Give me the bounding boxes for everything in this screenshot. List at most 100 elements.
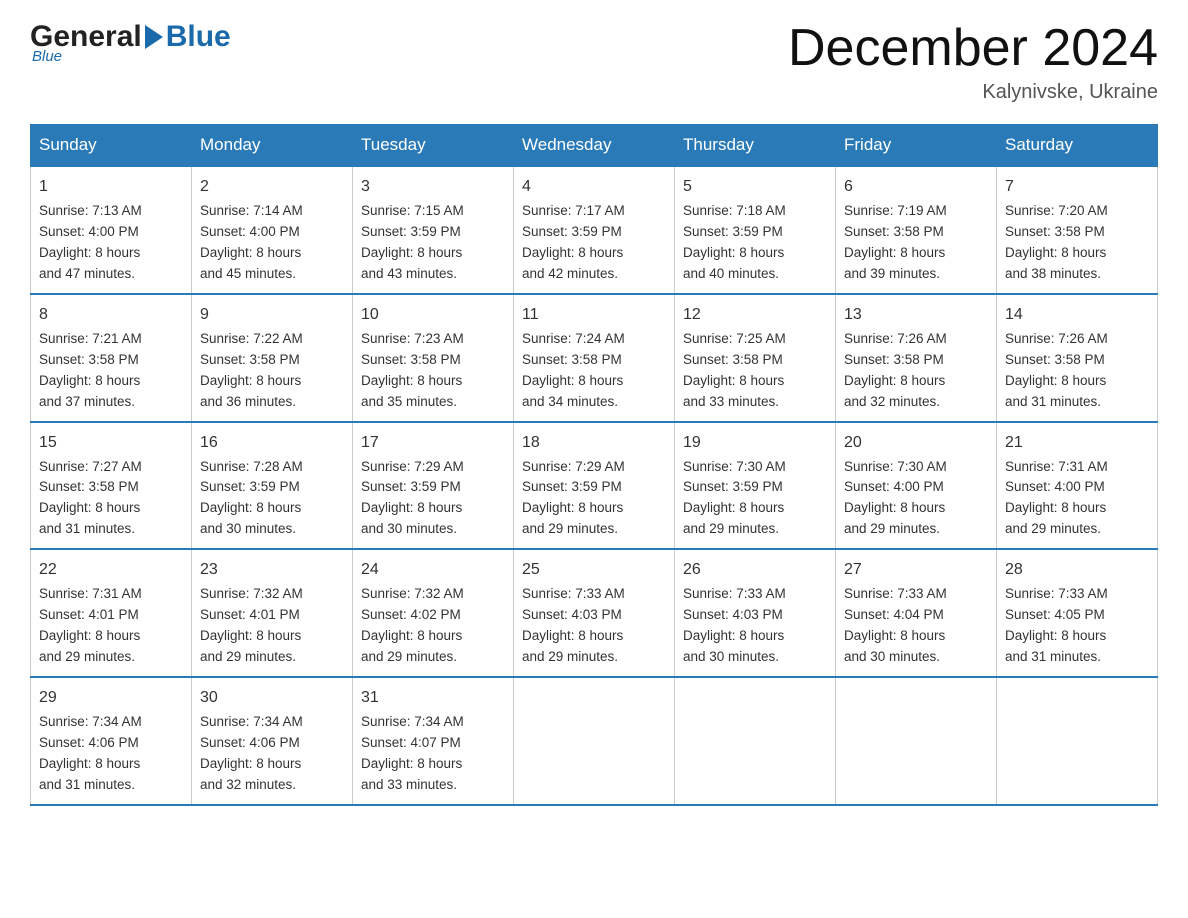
day-cell-9: 9Sunrise: 7:22 AMSunset: 3:58 PMDaylight…	[192, 294, 353, 422]
day-number: 21	[1005, 431, 1149, 455]
day-number: 25	[522, 558, 666, 582]
day-cell-14: 14Sunrise: 7:26 AMSunset: 3:58 PMDayligh…	[997, 294, 1158, 422]
day-cell-28: 28Sunrise: 7:33 AMSunset: 4:05 PMDayligh…	[997, 549, 1158, 677]
day-number: 18	[522, 431, 666, 455]
day-cell-20: 20Sunrise: 7:30 AMSunset: 4:00 PMDayligh…	[836, 422, 997, 550]
day-number: 22	[39, 558, 183, 582]
day-cell-23: 23Sunrise: 7:32 AMSunset: 4:01 PMDayligh…	[192, 549, 353, 677]
day-number: 29	[39, 686, 183, 710]
day-info: Sunrise: 7:26 AMSunset: 3:58 PMDaylight:…	[1005, 329, 1149, 413]
day-cell-8: 8Sunrise: 7:21 AMSunset: 3:58 PMDaylight…	[31, 294, 192, 422]
day-number: 12	[683, 303, 827, 327]
day-of-week-sunday: Sunday	[31, 125, 192, 167]
day-info: Sunrise: 7:26 AMSunset: 3:58 PMDaylight:…	[844, 329, 988, 413]
week-row-3: 15Sunrise: 7:27 AMSunset: 3:58 PMDayligh…	[31, 422, 1158, 550]
logo-subtitle: Blue	[32, 48, 231, 65]
day-number: 27	[844, 558, 988, 582]
day-cell-15: 15Sunrise: 7:27 AMSunset: 3:58 PMDayligh…	[31, 422, 192, 550]
day-number: 10	[361, 303, 505, 327]
day-cell-10: 10Sunrise: 7:23 AMSunset: 3:58 PMDayligh…	[353, 294, 514, 422]
day-info: Sunrise: 7:13 AMSunset: 4:00 PMDaylight:…	[39, 201, 183, 285]
day-info: Sunrise: 7:33 AMSunset: 4:05 PMDaylight:…	[1005, 584, 1149, 668]
day-cell-7: 7Sunrise: 7:20 AMSunset: 3:58 PMDaylight…	[997, 166, 1158, 294]
day-cell-17: 17Sunrise: 7:29 AMSunset: 3:59 PMDayligh…	[353, 422, 514, 550]
day-number: 7	[1005, 175, 1149, 199]
day-info: Sunrise: 7:29 AMSunset: 3:59 PMDaylight:…	[361, 457, 505, 541]
day-info: Sunrise: 7:33 AMSunset: 4:04 PMDaylight:…	[844, 584, 988, 668]
day-info: Sunrise: 7:31 AMSunset: 4:00 PMDaylight:…	[1005, 457, 1149, 541]
day-info: Sunrise: 7:14 AMSunset: 4:00 PMDaylight:…	[200, 201, 344, 285]
day-number: 20	[844, 431, 988, 455]
day-number: 1	[39, 175, 183, 199]
logo-arrow-icon	[145, 25, 163, 49]
day-of-week-tuesday: Tuesday	[353, 125, 514, 167]
day-number: 26	[683, 558, 827, 582]
day-info: Sunrise: 7:23 AMSunset: 3:58 PMDaylight:…	[361, 329, 505, 413]
page-header: General Blue Blue December 2024 Kalynivs…	[30, 20, 1158, 104]
day-number: 3	[361, 175, 505, 199]
day-cell-6: 6Sunrise: 7:19 AMSunset: 3:58 PMDaylight…	[836, 166, 997, 294]
day-info: Sunrise: 7:32 AMSunset: 4:02 PMDaylight:…	[361, 584, 505, 668]
day-cell-3: 3Sunrise: 7:15 AMSunset: 3:59 PMDaylight…	[353, 166, 514, 294]
day-cell-2: 2Sunrise: 7:14 AMSunset: 4:00 PMDaylight…	[192, 166, 353, 294]
day-info: Sunrise: 7:28 AMSunset: 3:59 PMDaylight:…	[200, 457, 344, 541]
day-number: 17	[361, 431, 505, 455]
day-info: Sunrise: 7:19 AMSunset: 3:58 PMDaylight:…	[844, 201, 988, 285]
day-info: Sunrise: 7:24 AMSunset: 3:58 PMDaylight:…	[522, 329, 666, 413]
day-cell-21: 21Sunrise: 7:31 AMSunset: 4:00 PMDayligh…	[997, 422, 1158, 550]
week-row-5: 29Sunrise: 7:34 AMSunset: 4:06 PMDayligh…	[31, 677, 1158, 805]
day-info: Sunrise: 7:33 AMSunset: 4:03 PMDaylight:…	[522, 584, 666, 668]
day-info: Sunrise: 7:15 AMSunset: 3:59 PMDaylight:…	[361, 201, 505, 285]
day-info: Sunrise: 7:25 AMSunset: 3:58 PMDaylight:…	[683, 329, 827, 413]
day-cell-26: 26Sunrise: 7:33 AMSunset: 4:03 PMDayligh…	[675, 549, 836, 677]
day-info: Sunrise: 7:32 AMSunset: 4:01 PMDaylight:…	[200, 584, 344, 668]
day-number: 6	[844, 175, 988, 199]
day-info: Sunrise: 7:22 AMSunset: 3:58 PMDaylight:…	[200, 329, 344, 413]
day-cell-29: 29Sunrise: 7:34 AMSunset: 4:06 PMDayligh…	[31, 677, 192, 805]
day-number: 4	[522, 175, 666, 199]
day-cell-24: 24Sunrise: 7:32 AMSunset: 4:02 PMDayligh…	[353, 549, 514, 677]
day-info: Sunrise: 7:27 AMSunset: 3:58 PMDaylight:…	[39, 457, 183, 541]
calendar-header-row: SundayMondayTuesdayWednesdayThursdayFrid…	[31, 125, 1158, 167]
day-info: Sunrise: 7:34 AMSunset: 4:06 PMDaylight:…	[39, 712, 183, 796]
day-of-week-friday: Friday	[836, 125, 997, 167]
day-cell-30: 30Sunrise: 7:34 AMSunset: 4:06 PMDayligh…	[192, 677, 353, 805]
day-of-week-wednesday: Wednesday	[514, 125, 675, 167]
day-cell-13: 13Sunrise: 7:26 AMSunset: 3:58 PMDayligh…	[836, 294, 997, 422]
week-row-1: 1Sunrise: 7:13 AMSunset: 4:00 PMDaylight…	[31, 166, 1158, 294]
day-info: Sunrise: 7:17 AMSunset: 3:59 PMDaylight:…	[522, 201, 666, 285]
day-number: 14	[1005, 303, 1149, 327]
day-cell-11: 11Sunrise: 7:24 AMSunset: 3:58 PMDayligh…	[514, 294, 675, 422]
day-number: 30	[200, 686, 344, 710]
location-subtitle: Kalynivske, Ukraine	[788, 81, 1158, 104]
day-cell-5: 5Sunrise: 7:18 AMSunset: 3:59 PMDaylight…	[675, 166, 836, 294]
day-info: Sunrise: 7:20 AMSunset: 3:58 PMDaylight:…	[1005, 201, 1149, 285]
day-number: 23	[200, 558, 344, 582]
day-number: 13	[844, 303, 988, 327]
day-number: 24	[361, 558, 505, 582]
logo: General Blue Blue	[30, 20, 231, 65]
empty-cell	[514, 677, 675, 805]
day-info: Sunrise: 7:34 AMSunset: 4:07 PMDaylight:…	[361, 712, 505, 796]
day-cell-16: 16Sunrise: 7:28 AMSunset: 3:59 PMDayligh…	[192, 422, 353, 550]
week-row-4: 22Sunrise: 7:31 AMSunset: 4:01 PMDayligh…	[31, 549, 1158, 677]
day-of-week-saturday: Saturday	[997, 125, 1158, 167]
week-row-2: 8Sunrise: 7:21 AMSunset: 3:58 PMDaylight…	[31, 294, 1158, 422]
day-cell-19: 19Sunrise: 7:30 AMSunset: 3:59 PMDayligh…	[675, 422, 836, 550]
calendar-table: SundayMondayTuesdayWednesdayThursdayFrid…	[30, 124, 1158, 805]
day-info: Sunrise: 7:21 AMSunset: 3:58 PMDaylight:…	[39, 329, 183, 413]
day-info: Sunrise: 7:31 AMSunset: 4:01 PMDaylight:…	[39, 584, 183, 668]
day-cell-27: 27Sunrise: 7:33 AMSunset: 4:04 PMDayligh…	[836, 549, 997, 677]
month-title: December 2024	[788, 20, 1158, 77]
day-of-week-monday: Monday	[192, 125, 353, 167]
day-number: 16	[200, 431, 344, 455]
day-cell-12: 12Sunrise: 7:25 AMSunset: 3:58 PMDayligh…	[675, 294, 836, 422]
day-info: Sunrise: 7:30 AMSunset: 3:59 PMDaylight:…	[683, 457, 827, 541]
empty-cell	[997, 677, 1158, 805]
day-cell-31: 31Sunrise: 7:34 AMSunset: 4:07 PMDayligh…	[353, 677, 514, 805]
day-number: 31	[361, 686, 505, 710]
day-of-week-thursday: Thursday	[675, 125, 836, 167]
day-info: Sunrise: 7:30 AMSunset: 4:00 PMDaylight:…	[844, 457, 988, 541]
day-cell-4: 4Sunrise: 7:17 AMSunset: 3:59 PMDaylight…	[514, 166, 675, 294]
day-cell-18: 18Sunrise: 7:29 AMSunset: 3:59 PMDayligh…	[514, 422, 675, 550]
